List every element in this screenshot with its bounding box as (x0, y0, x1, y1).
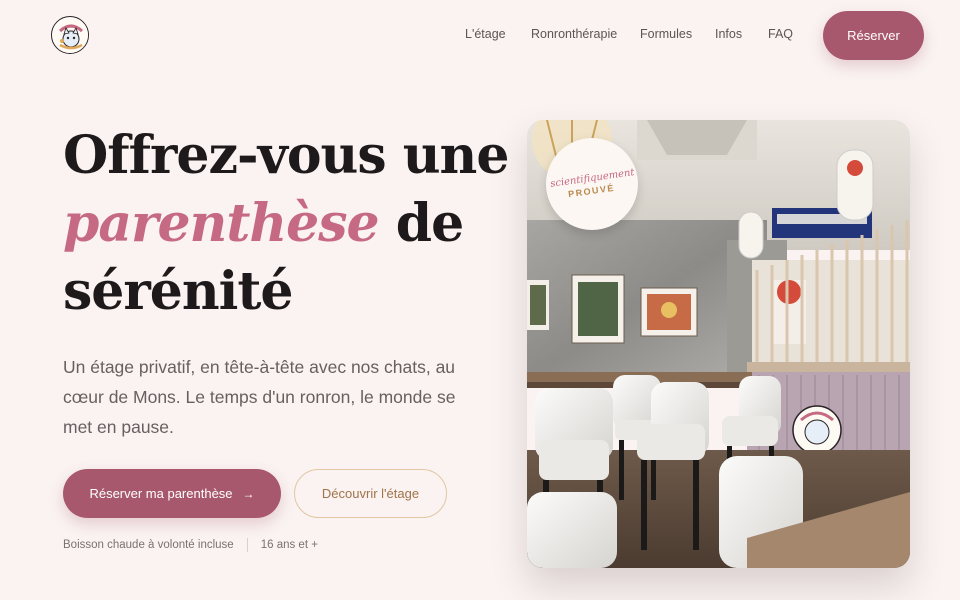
hero-subtitle: Un étage privatif, en tête-à-tête avec n… (63, 357, 456, 437)
scientifically-proven-badge: scientifiquement PROUVÉ (546, 138, 638, 230)
hero-meta: Boisson chaude à volonté incluse 16 ans … (63, 537, 318, 553)
meta-age-limit: 16 ans et + (260, 539, 318, 551)
hero-title-line-2-rest: de (378, 193, 464, 254)
cats-and-chill-logo-icon[interactable] (51, 16, 89, 54)
nav-link-etage[interactable]: L'étage (465, 27, 506, 41)
hero-title: Offrez-vous une parenthèse de sérénité (63, 122, 509, 326)
meta-divider (246, 538, 248, 552)
reserve-parenthese-label: Réserver ma parenthèse (89, 486, 233, 501)
nav-link-faq[interactable]: FAQ (768, 27, 793, 41)
reserve-parenthese-button[interactable]: Réserver ma parenthèse → (63, 469, 281, 518)
header-reserve-button[interactable]: Réserver (823, 11, 924, 60)
discover-floor-button[interactable]: Découvrir l'étage (294, 469, 447, 518)
meta-drink-included: Boisson chaude à volonté incluse (63, 539, 234, 551)
hero-title-line-2: parenthèse de (63, 190, 503, 258)
site-header: L'étage Ronronthérapie Formules Infos FA… (0, 0, 960, 70)
hero-title-line-1: Offrez-vous une (63, 125, 509, 186)
nav-link-ronrontherapie[interactable]: Ronronthérapie (531, 27, 617, 41)
arrow-right-icon: → (242, 486, 255, 501)
nav-link-infos[interactable]: Infos (715, 27, 742, 41)
hero-title-accent: parenthèse (63, 193, 380, 254)
hero-title-line-3: sérénité (63, 261, 294, 322)
nav-link-formules[interactable]: Formules (640, 27, 692, 41)
